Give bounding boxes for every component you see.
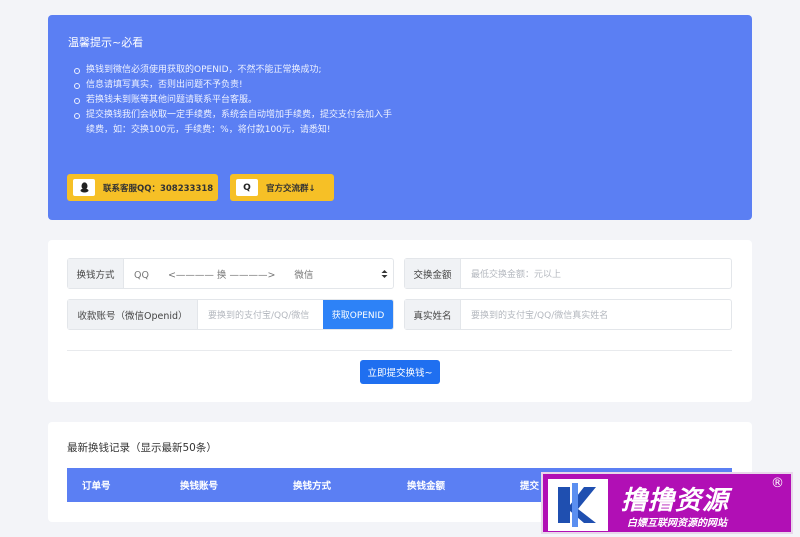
contact-qq-button[interactable]: 联系客服QQ：308233318 [67, 174, 218, 201]
watermark-subtitle: 白嫖互联网资源的网站 [627, 518, 727, 529]
notice-item: 若换钱未到账等其他问题请联系平台客服。 [72, 93, 392, 108]
records-title: 最新换钱记录（显示最新50条） [67, 442, 217, 454]
account-field[interactable]: 收款账号（微信Openid） 要换到的支付宝/QQ/微信 获取OPENID [67, 299, 394, 330]
qq-group-icon: Q [236, 179, 258, 196]
column-header-amount: 换钱金额 [407, 481, 446, 492]
name-label: 真实姓名 [405, 300, 461, 329]
account-label: 收款账号（微信Openid） [68, 300, 198, 329]
notice-title: 温馨提示~必看 [68, 36, 144, 49]
name-input[interactable]: 要换到的支付宝/QQ/微信真实姓名 [461, 300, 608, 329]
notice-item: 提交换钱我们会收取一定手续费，系统会自动增加手续费，提交支付会加入手续费，如：交… [72, 108, 392, 138]
column-header-account: 换钱账号 [180, 481, 219, 492]
get-openid-button[interactable]: 获取OPENID [323, 300, 393, 329]
notice-item: 信息请填写真实，否则出问题不予负责! [72, 78, 392, 93]
official-group-button[interactable]: Q 官方交流群↓ [230, 174, 334, 201]
column-header-order: 订单号 [82, 481, 111, 492]
qq-icon [73, 179, 95, 196]
watermark-logo-icon [548, 479, 608, 531]
watermark-title: 撸撸资源 [621, 486, 730, 516]
column-header-submit: 提交 [520, 481, 540, 492]
contact-qq-label: 联系客服QQ：308233318 [103, 183, 214, 194]
notice-item: 换钱到微信必须使用获取的OPENID，不然不能正常换成功; [72, 63, 392, 78]
amount-input[interactable]: 最低交换金额：元以上 [461, 259, 561, 288]
amount-field[interactable]: 交换金额 最低交换金额：元以上 [404, 258, 732, 289]
registered-mark: ® [771, 476, 784, 491]
exchange-form: 换钱方式 QQ <———— 换 ————> 微信 交换金额 最低交换金额：元以上… [48, 240, 752, 402]
notice-list: 换钱到微信必须使用获取的OPENID，不然不能正常换成功; 信息请填写真实，否则… [72, 63, 392, 138]
amount-label: 交换金额 [405, 259, 461, 288]
official-group-label: 官方交流群↓ [266, 183, 316, 194]
select-caret-icon[interactable] [375, 259, 393, 288]
column-header-method: 换钱方式 [293, 481, 332, 492]
name-field[interactable]: 真实姓名 要换到的支付宝/QQ/微信真实姓名 [404, 299, 732, 330]
account-input[interactable]: 要换到的支付宝/QQ/微信 [198, 300, 323, 329]
method-value[interactable]: QQ <———— 换 ————> 微信 [124, 259, 375, 288]
submit-button[interactable]: 立即提交换钱~ [360, 360, 440, 384]
form-divider [67, 350, 732, 351]
watermark-banner: 撸撸资源 ® 白嫖互联网资源的网站 [541, 472, 793, 534]
method-select[interactable]: 换钱方式 QQ <———— 换 ————> 微信 [67, 258, 394, 289]
method-label: 换钱方式 [68, 259, 124, 288]
